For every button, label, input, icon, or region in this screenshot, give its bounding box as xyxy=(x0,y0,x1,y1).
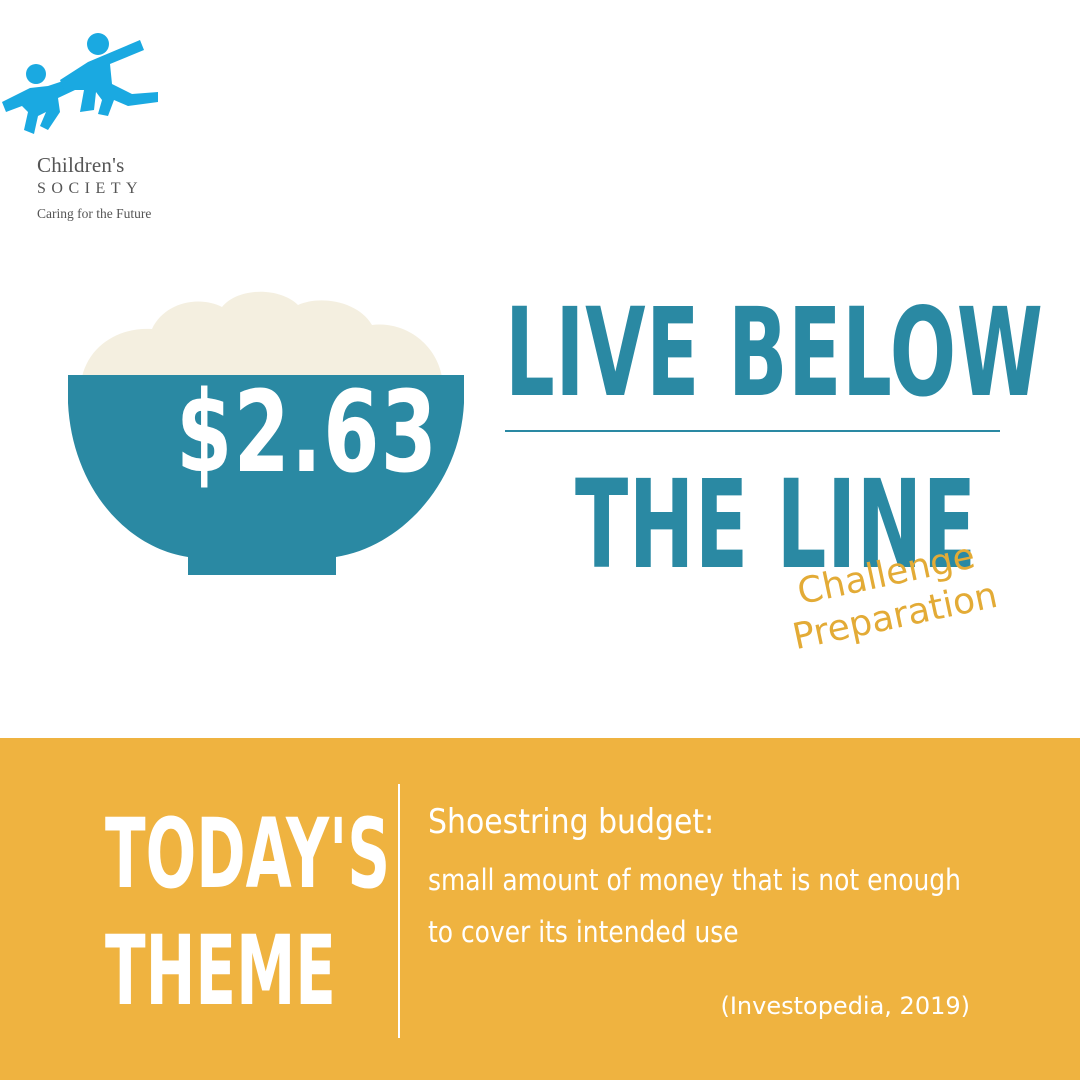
rice-bowl: $2.63 xyxy=(60,285,480,585)
definition-term: Shoestring budget: xyxy=(428,802,715,842)
logo-society: SOCIETY xyxy=(37,180,144,197)
theme-band: TODAY'S THEME Shoestring budget: small a… xyxy=(0,738,1080,1080)
theme-label-line-2: THEME xyxy=(105,915,336,1028)
logo-tagline: Caring for the Future xyxy=(37,206,152,221)
theme-definition: Shoestring budget: small amount of money… xyxy=(428,802,1028,959)
children-holding-hands-icon xyxy=(2,33,158,134)
post-canvas: Children's SOCIETY Caring for the Future… xyxy=(0,0,1080,1080)
definition-text: small amount of money that is not enough… xyxy=(428,863,961,949)
headline-line-1: LIVE BELOW xyxy=(505,282,1044,424)
headline: LIVE BELOW THE LINE xyxy=(505,282,1044,586)
theme-label-line-1: TODAY'S xyxy=(105,798,391,910)
headline-divider xyxy=(505,430,1000,432)
logo-name: Children's xyxy=(37,153,125,177)
theme-divider xyxy=(398,784,400,1038)
todays-theme-label: TODAY'S THEME xyxy=(105,796,391,1030)
childrens-society-logo: Children's SOCIETY Caring for the Future xyxy=(0,30,200,230)
price-label: $2.63 xyxy=(176,368,439,498)
definition-citation: (Investopedia, 2019) xyxy=(720,992,970,1020)
